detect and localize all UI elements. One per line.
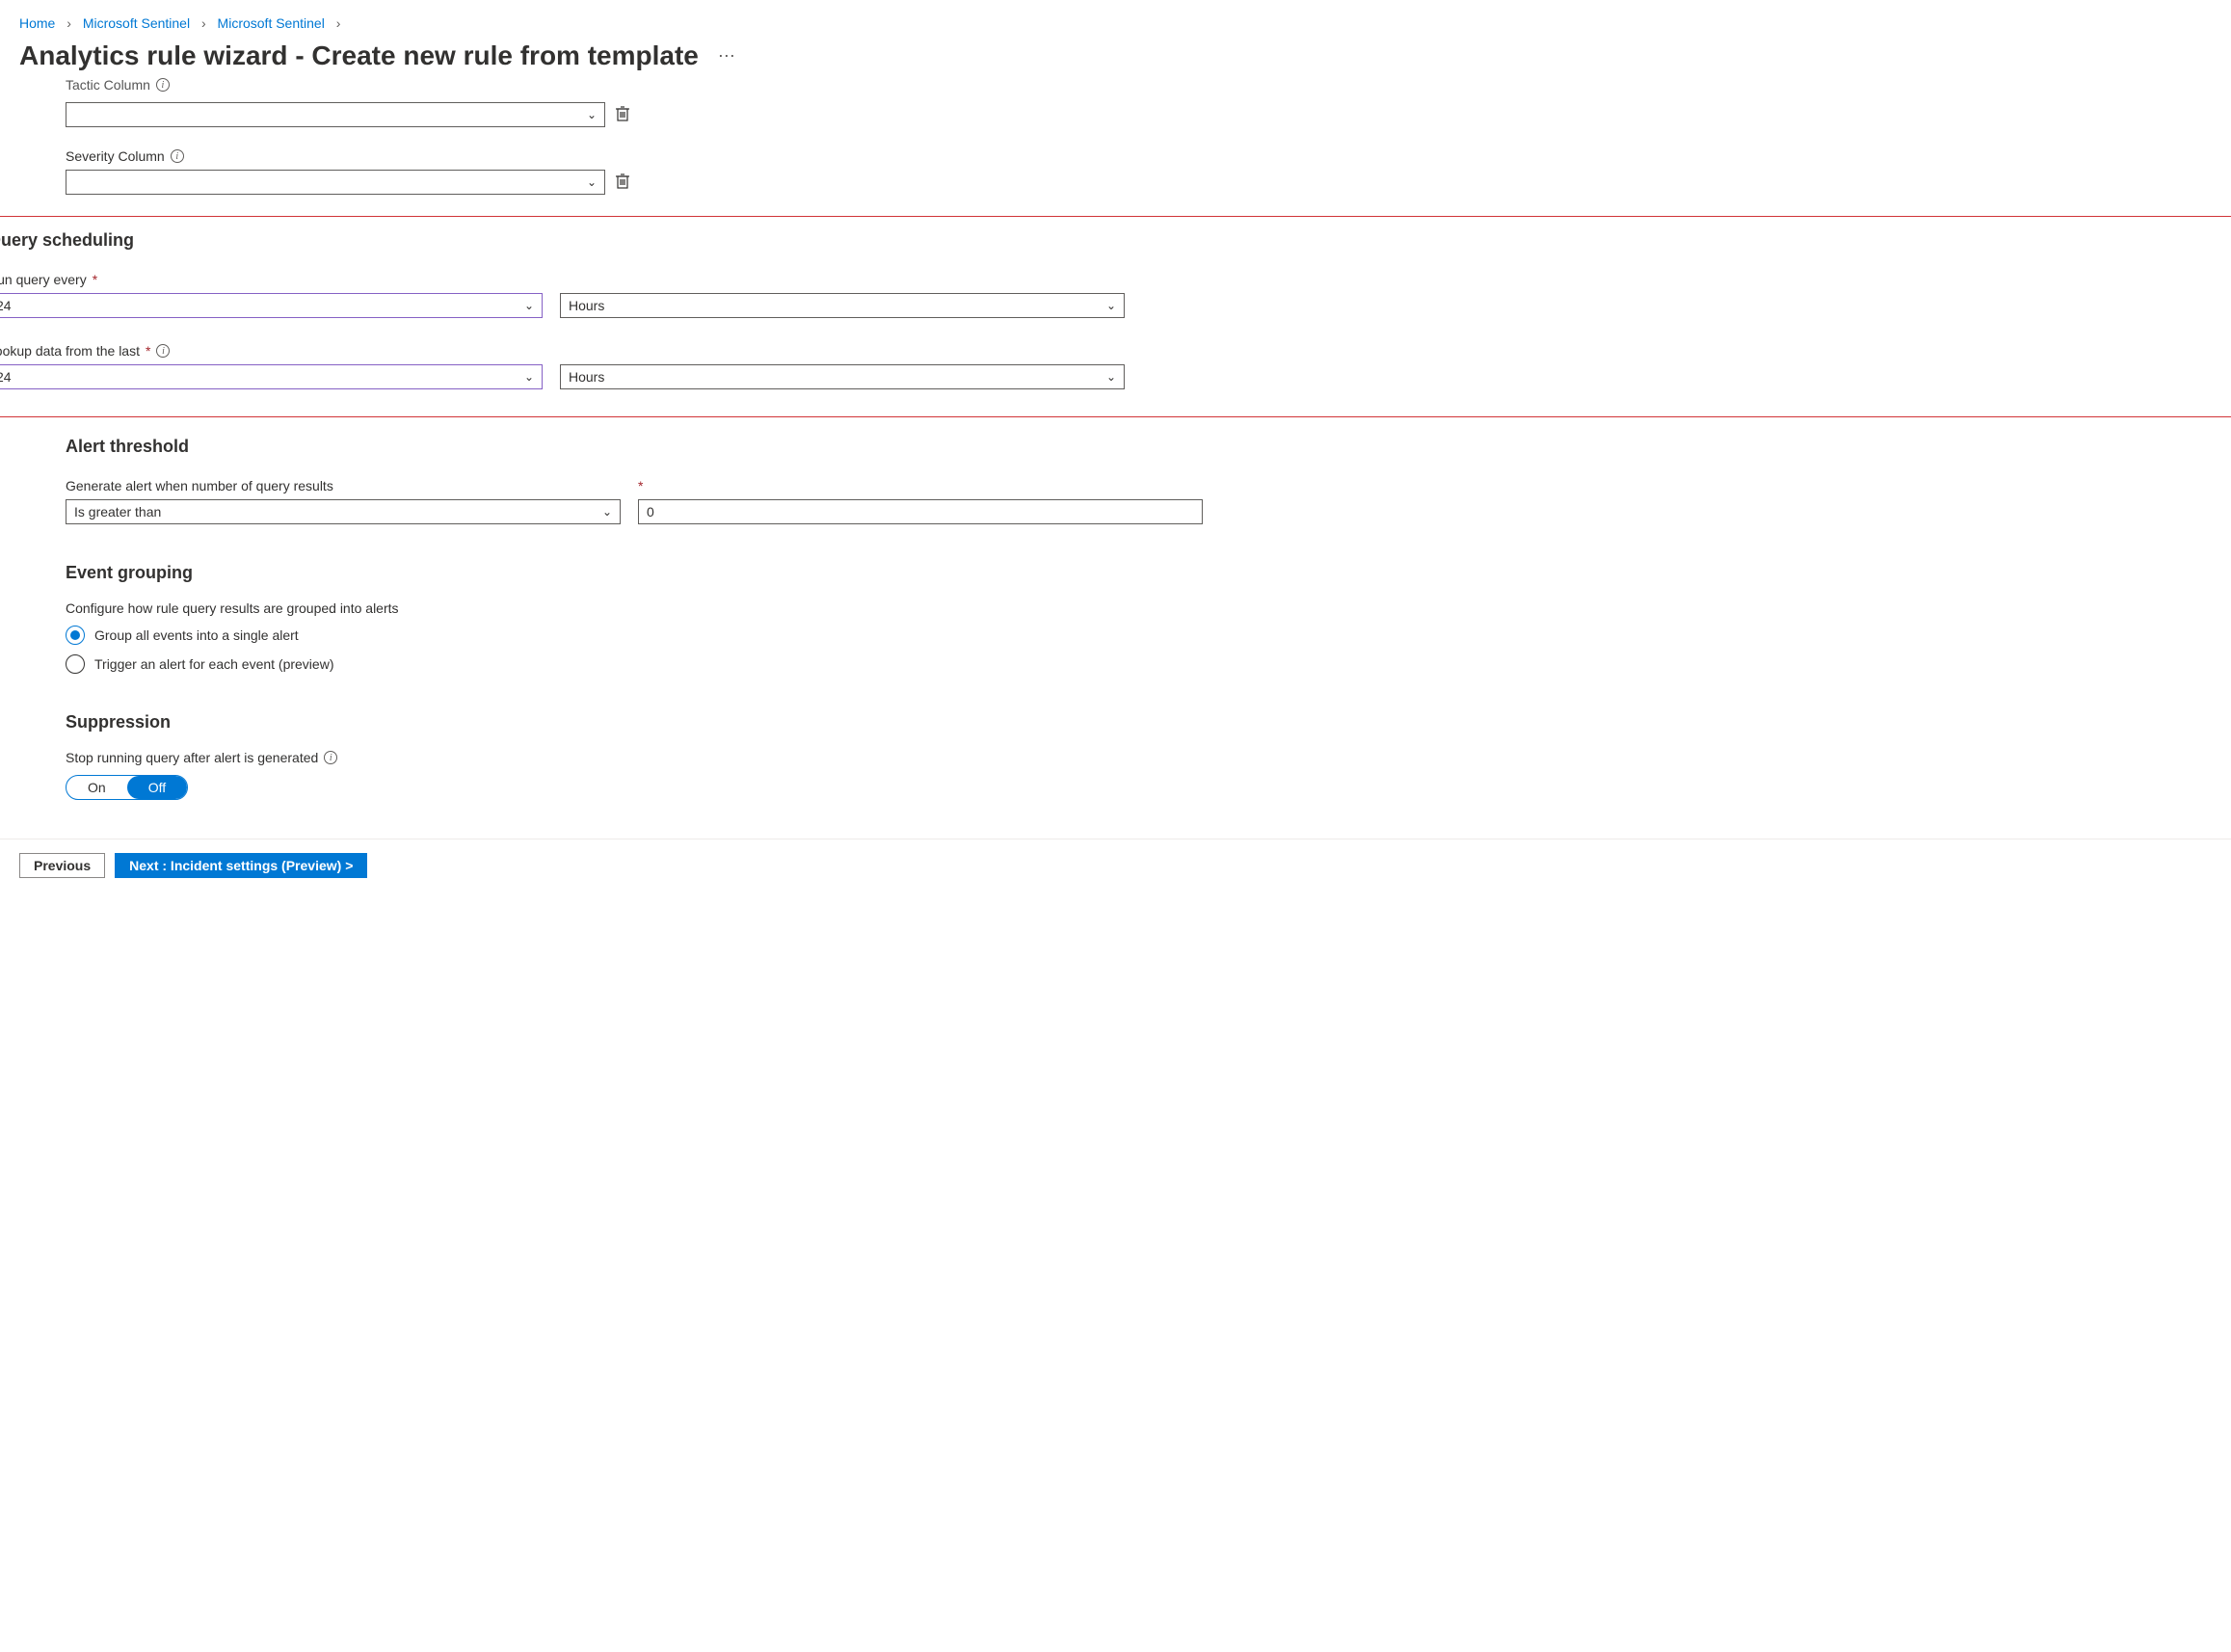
- chevron-down-icon: ⌄: [524, 299, 534, 312]
- breadcrumb-sentinel-1[interactable]: Microsoft Sentinel: [83, 15, 190, 31]
- radio-icon: [66, 626, 85, 645]
- breadcrumb: Home › Microsoft Sentinel › Microsoft Se…: [19, 15, 2212, 31]
- delete-icon[interactable]: [615, 173, 630, 193]
- lookup-data-value[interactable]: 24 ⌄: [0, 364, 543, 389]
- chevron-down-icon: ⌄: [602, 505, 612, 519]
- info-icon[interactable]: i: [171, 149, 184, 163]
- more-icon[interactable]: ⋯: [718, 46, 737, 67]
- query-scheduling-heading: Query scheduling: [0, 230, 2231, 251]
- alert-threshold-heading: Alert threshold: [66, 437, 2212, 457]
- toggle-off: Off: [127, 776, 187, 799]
- radio-icon: [66, 654, 85, 674]
- tactic-column-select[interactable]: ⌄: [66, 102, 605, 127]
- chevron-down-icon: ⌄: [587, 108, 597, 121]
- required-asterisk: *: [638, 478, 643, 493]
- suppression-heading: Suppression: [66, 712, 2212, 733]
- severity-column-select[interactable]: ⌄: [66, 170, 605, 195]
- suppression-toggle[interactable]: On Off: [66, 775, 188, 800]
- tactic-column-label: Tactic Column i: [66, 77, 2212, 93]
- threshold-label: Generate alert when number of query resu…: [66, 478, 621, 493]
- run-query-every-unit[interactable]: Hours ⌄: [560, 293, 1125, 318]
- chevron-right-icon: ›: [336, 15, 341, 31]
- previous-button[interactable]: Previous: [19, 853, 105, 878]
- chevron-down-icon: ⌄: [1106, 370, 1116, 384]
- breadcrumb-home[interactable]: Home: [19, 15, 55, 31]
- lookup-data-unit[interactable]: Hours ⌄: [560, 364, 1125, 389]
- event-grouping-heading: Event grouping: [66, 563, 2212, 583]
- breadcrumb-sentinel-2[interactable]: Microsoft Sentinel: [218, 15, 325, 31]
- chevron-down-icon: ⌄: [524, 370, 534, 384]
- delete-icon[interactable]: [615, 105, 630, 125]
- chevron-right-icon: ›: [66, 15, 71, 31]
- run-query-every-value[interactable]: 24 ⌄: [0, 293, 543, 318]
- next-button[interactable]: Next : Incident settings (Preview) >: [115, 853, 367, 878]
- toggle-on: On: [66, 776, 127, 799]
- info-icon[interactable]: i: [156, 344, 170, 358]
- info-icon[interactable]: i: [324, 751, 337, 764]
- severity-column-label: Severity Column i: [66, 148, 2212, 164]
- threshold-value-input[interactable]: 0: [638, 499, 1203, 524]
- page-title: Analytics rule wizard - Create new rule …: [19, 40, 699, 71]
- chevron-down-icon: ⌄: [587, 175, 597, 189]
- grouping-option-single[interactable]: Group all events into a single alert: [66, 626, 2212, 645]
- lookup-data-label: Lookup data from the last* i: [0, 343, 2231, 359]
- query-scheduling-highlight: Query scheduling Run query every* 24 ⌄ H…: [0, 216, 2231, 417]
- info-icon[interactable]: i: [156, 78, 170, 92]
- grouping-option-each[interactable]: Trigger an alert for each event (preview…: [66, 654, 2212, 674]
- run-query-every-label: Run query every*: [0, 272, 2231, 287]
- chevron-right-icon: ›: [201, 15, 206, 31]
- event-grouping-desc: Configure how rule query results are gro…: [66, 600, 2212, 616]
- suppression-label: Stop running query after alert is genera…: [66, 750, 2212, 765]
- threshold-operator-select[interactable]: Is greater than ⌄: [66, 499, 621, 524]
- chevron-down-icon: ⌄: [1106, 299, 1116, 312]
- footer-actions: Previous Next : Incident settings (Previ…: [0, 839, 2231, 917]
